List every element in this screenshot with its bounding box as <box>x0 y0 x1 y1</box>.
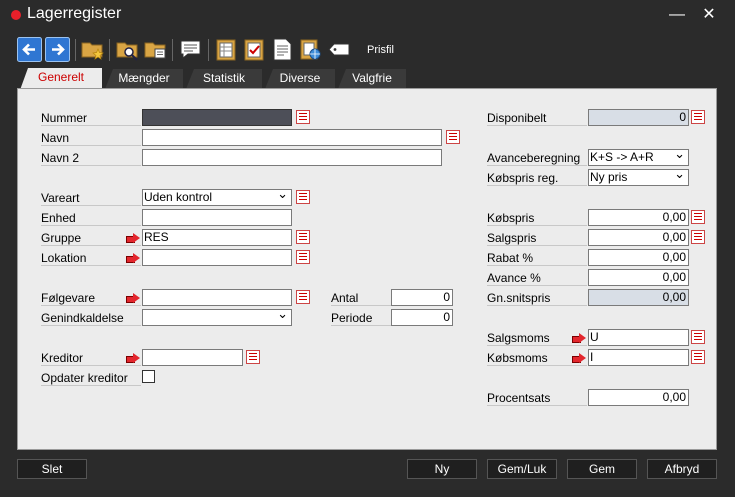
open-folder-icon[interactable] <box>143 37 168 62</box>
navn2-label: Navn 2 <box>41 150 141 166</box>
avanceberegning-select[interactable]: K+S -> A+R <box>588 149 689 166</box>
comment-icon[interactable] <box>178 37 203 62</box>
toolbar-separator <box>109 39 110 61</box>
required-arrow-icon <box>572 353 587 363</box>
required-arrow-icon <box>126 253 141 263</box>
toolbar-separator <box>172 39 173 61</box>
kobsmoms-field[interactable]: I <box>588 349 689 366</box>
kreditor-field[interactable] <box>142 349 243 366</box>
clipboard-table-icon[interactable] <box>214 37 239 62</box>
new-folder-icon[interactable] <box>80 37 105 62</box>
salgsmoms-field[interactable]: U <box>588 329 689 346</box>
avanceberegning-label: Avanceberegning <box>487 150 587 166</box>
required-arrow-icon <box>126 293 141 303</box>
toolbar-separator <box>75 39 76 61</box>
gruppe-field[interactable]: RES <box>142 229 292 246</box>
lookup-list-icon[interactable] <box>296 230 310 244</box>
app-icon <box>11 10 21 20</box>
disponibelt-label: Disponibelt <box>487 110 587 126</box>
periode-label: Periode <box>331 310 391 326</box>
slet-button[interactable]: Slet <box>17 459 87 479</box>
antal-label: Antal <box>331 290 391 306</box>
tab-statistik[interactable]: Statistik <box>186 69 262 89</box>
periode-field[interactable]: 0 <box>391 309 453 326</box>
vareart-select[interactable]: Uden kontrol <box>142 189 292 206</box>
price-tag-icon[interactable] <box>326 37 351 62</box>
lokation-field[interactable] <box>142 249 292 266</box>
nummer-field[interactable] <box>142 109 292 126</box>
back-arrow-icon[interactable] <box>17 37 42 62</box>
lookup-list-icon[interactable] <box>691 350 705 364</box>
rabat-label: Rabat % <box>487 250 587 266</box>
ny-button[interactable]: Ny <box>407 459 477 479</box>
kobspris-reg-label: Købspris reg. <box>487 170 587 186</box>
folgevare-field[interactable] <box>142 289 292 306</box>
toolbar: Prisfil <box>17 36 717 66</box>
prisfil-label[interactable]: Prisfil <box>367 44 394 56</box>
opdater-kreditor-checkbox[interactable] <box>142 370 155 383</box>
window-title: Lagerregister <box>27 5 122 22</box>
clipboard-globe-icon[interactable] <box>298 37 323 62</box>
rabat-field[interactable]: 0,00 <box>588 249 689 266</box>
navn-label: Navn <box>41 130 141 146</box>
avance-pct-field[interactable]: 0,00 <box>588 269 689 286</box>
opdater-kreditor-label: Opdater kreditor <box>41 370 141 386</box>
lookup-list-icon[interactable] <box>246 350 260 364</box>
lookup-list-icon[interactable] <box>691 230 705 244</box>
document-icon[interactable] <box>270 37 295 62</box>
tab-valgfrie[interactable]: Valgfrie <box>338 69 406 89</box>
disponibelt-field: 0 <box>588 109 689 126</box>
search-folder-icon[interactable] <box>115 37 140 62</box>
genindkaldelse-label: Genindkaldelse <box>41 310 141 326</box>
procentsats-field[interactable]: 0,00 <box>588 389 689 406</box>
enhed-label: Enhed <box>41 210 141 226</box>
lookup-list-icon[interactable] <box>446 130 460 144</box>
kobspris-field[interactable]: 0,00 <box>588 209 689 226</box>
tab-maengder[interactable]: Mængder <box>105 69 183 89</box>
close-button[interactable]: ✕ <box>698 4 720 26</box>
antal-field[interactable]: 0 <box>391 289 453 306</box>
lookup-list-icon[interactable] <box>691 210 705 224</box>
forward-arrow-icon[interactable] <box>45 37 70 62</box>
enhed-field[interactable] <box>142 209 292 226</box>
lookup-list-icon[interactable] <box>296 110 310 124</box>
kobspris-reg-select[interactable]: Ny pris <box>588 169 689 186</box>
gnsnitspris-label: Gn.snitspris <box>487 290 587 306</box>
required-arrow-icon <box>126 233 141 243</box>
navn-field[interactable] <box>142 129 442 146</box>
avance-pct-label: Avance % <box>487 270 587 286</box>
title-bar: Lagerregister — ✕ <box>0 0 735 30</box>
tab-diverse[interactable]: Diverse <box>265 69 335 89</box>
afbryd-button[interactable]: Afbryd <box>647 459 717 479</box>
vareart-label: Vareart <box>41 190 141 206</box>
gem-button[interactable]: Gem <box>567 459 637 479</box>
lookup-list-icon[interactable] <box>691 110 705 124</box>
kobspris-label: Købspris <box>487 210 587 226</box>
required-arrow-icon <box>572 333 587 343</box>
tab-generelt[interactable]: Generelt <box>20 68 102 90</box>
required-arrow-icon <box>126 353 141 363</box>
lookup-list-icon[interactable] <box>296 290 310 304</box>
genindkaldelse-select[interactable] <box>142 309 292 326</box>
minimize-button[interactable]: — <box>666 4 688 26</box>
clipboard-check-icon[interactable] <box>242 37 267 62</box>
main-panel: Nummer Navn Navn 2 Vareart Uden kontrol … <box>17 88 717 450</box>
navn2-field[interactable] <box>142 149 442 166</box>
nummer-label: Nummer <box>41 110 141 126</box>
toolbar-separator <box>208 39 209 61</box>
lookup-list-icon[interactable] <box>296 250 310 264</box>
gnsnitspris-field: 0,00 <box>588 289 689 306</box>
lookup-list-icon[interactable] <box>691 330 705 344</box>
salgspris-field[interactable]: 0,00 <box>588 229 689 246</box>
gem-luk-button[interactable]: Gem/Luk <box>487 459 557 479</box>
salgspris-label: Salgspris <box>487 230 587 246</box>
lookup-list-icon[interactable] <box>296 190 310 204</box>
procentsats-label: Procentsats <box>487 390 587 406</box>
